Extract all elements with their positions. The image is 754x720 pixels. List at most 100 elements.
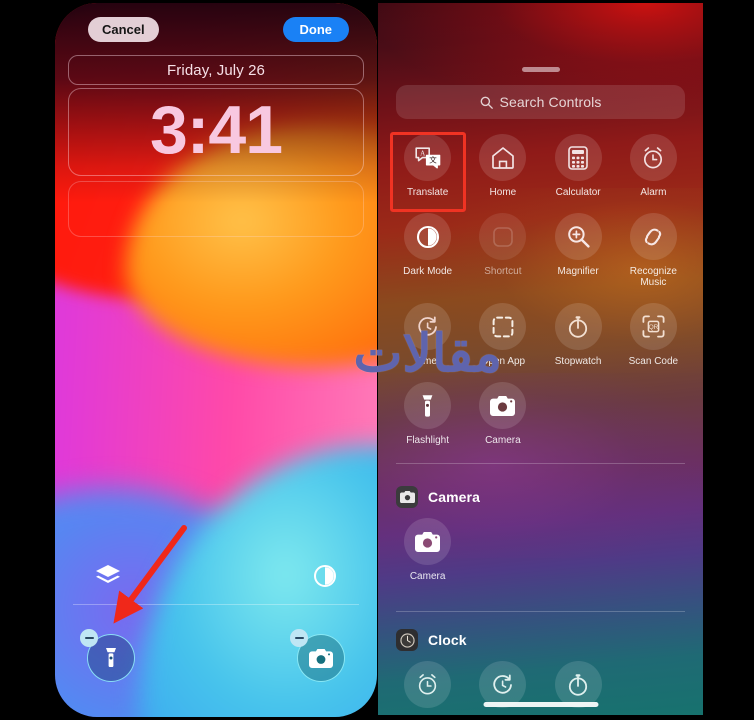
control-label: Scan Code — [628, 356, 679, 367]
left-phone-lockscreen-editor: Cancel Done Friday, July 26 3:41 — [55, 3, 377, 717]
drag-handle[interactable] — [521, 67, 560, 72]
control-tile-calculator[interactable]: Calculator — [541, 134, 616, 198]
alarm-icon — [418, 674, 437, 695]
shortcut-icon — [493, 226, 513, 247]
lockscreen-time: 3:41 — [149, 92, 283, 168]
magnifier-icon — [567, 226, 590, 248]
lockscreen-editor-topbar: Cancel Done — [55, 17, 377, 43]
clock-app-icon — [396, 629, 418, 651]
clock-widget-slot[interactable]: 3:41 — [68, 88, 364, 176]
date-widget-slot[interactable]: Friday, July 26 — [68, 55, 364, 85]
control-label: Translate — [406, 187, 449, 198]
translate-icon: A 文 — [415, 146, 440, 168]
control-label: Camera — [409, 571, 446, 582]
dark-mode-icon — [416, 225, 439, 248]
lockscreen-camera-button[interactable] — [290, 629, 345, 682]
svg-text:QR: QR — [649, 324, 659, 331]
control-label: Camera — [485, 435, 521, 446]
control-circle — [479, 303, 527, 350]
done-button[interactable]: Done — [282, 17, 349, 42]
tint-icon[interactable] — [313, 564, 337, 588]
wallpaper-band-blue — [55, 488, 307, 717]
svg-text:文: 文 — [429, 154, 437, 164]
control-tile-dark-mode[interactable]: Dark Mode — [390, 213, 465, 288]
remove-badge-camera[interactable] — [290, 629, 308, 647]
svg-text:A: A — [420, 149, 425, 157]
control-tile-flashlight[interactable]: Flashlight — [390, 382, 465, 446]
control-label: Shortcut — [484, 266, 522, 277]
control-circle — [479, 661, 527, 708]
open-app-icon — [492, 316, 514, 337]
control-center-editor-panel: Search Controls A 文 Translate Home Calcu… — [378, 3, 703, 715]
section-header-camera: Camera — [396, 486, 480, 508]
search-controls-input[interactable]: Search Controls — [396, 85, 685, 119]
control-label: Dark Mode — [403, 266, 453, 277]
search-placeholder-text: Search Controls — [499, 94, 602, 110]
timer-icon — [493, 674, 513, 694]
home-indicator[interactable] — [483, 702, 598, 707]
search-icon — [480, 96, 493, 109]
shazam-icon — [645, 228, 662, 245]
control-label: Magnifier — [557, 266, 599, 277]
control-tile-magnifier[interactable]: Magnifier — [541, 213, 616, 288]
control-label: Flashlight — [406, 435, 450, 446]
control-label: Home — [489, 187, 517, 198]
control-tile-translate[interactable]: A 文 Translate — [390, 134, 465, 198]
screenshot-root: Cancel Done Friday, July 26 3:41 Search … — [0, 0, 754, 720]
control-circle — [629, 213, 677, 260]
control-label: Alarm — [640, 187, 667, 198]
control-tile-stopwatch[interactable]: Stopwatch — [541, 303, 616, 367]
control-tile-recognize-music[interactable]: Recognize Music — [616, 213, 691, 288]
clock-glyph-icon — [399, 632, 415, 648]
control-tile-clock-alarm[interactable] — [390, 661, 465, 714]
control-tile-scan-code[interactable]: QR Scan Code — [616, 303, 691, 367]
stopwatch-icon — [569, 673, 588, 696]
stopwatch-icon — [569, 315, 588, 338]
camera-icon — [490, 395, 516, 416]
control-circle — [554, 134, 602, 181]
calculator-icon — [568, 145, 588, 170]
control-circle — [479, 382, 527, 429]
flashlight-icon — [106, 648, 116, 667]
control-label: Calculator — [555, 187, 601, 198]
scan-code-icon: QR — [642, 315, 665, 338]
flashlight-icon — [422, 394, 433, 417]
control-circle: A 文 — [404, 134, 452, 181]
control-circle — [404, 661, 452, 708]
controls-grid: A 文 Translate Home Calculator Alarm Dark… — [390, 134, 691, 446]
control-label: Recognize Music — [629, 266, 677, 288]
control-tile-open-app[interactable]: Open App — [465, 303, 540, 367]
control-circle — [404, 213, 452, 260]
section-title: Clock — [428, 632, 467, 648]
control-label: Stopwatch — [554, 356, 602, 367]
lockscreen-flashlight-button[interactable] — [80, 629, 135, 682]
control-tile-alarm[interactable]: Alarm — [616, 134, 691, 198]
control-tile-home[interactable]: Home — [465, 134, 540, 198]
control-circle — [404, 303, 452, 350]
control-tile-shortcut[interactable]: Shortcut — [465, 213, 540, 288]
control-circle — [554, 303, 602, 350]
control-circle — [479, 134, 527, 181]
control-circle — [554, 661, 602, 708]
section-title: Camera — [428, 489, 480, 505]
lockscreen-date: Friday, July 26 — [167, 61, 265, 79]
camera-app-icon — [396, 486, 418, 508]
camera-glyph-icon — [399, 491, 415, 503]
home-icon — [492, 147, 514, 169]
camera-icon — [309, 648, 333, 668]
remove-badge-flashlight[interactable] — [80, 629, 98, 647]
control-tile-timer[interactable]: Timer — [390, 303, 465, 367]
control-tile-camera[interactable]: Camera — [465, 382, 540, 446]
control-circle — [479, 213, 527, 260]
lockscreen-divider — [73, 604, 359, 605]
section-header-clock: Clock — [396, 629, 467, 651]
widgets-widget-slot[interactable] — [68, 181, 364, 237]
layers-icon[interactable] — [95, 564, 121, 586]
camera-section-grid: Camera — [390, 518, 691, 582]
control-label: Timer — [415, 356, 441, 367]
control-label: Open App — [480, 356, 526, 367]
control-circle — [404, 518, 452, 565]
camera-icon — [415, 531, 441, 552]
control-tile-camera-section[interactable]: Camera — [390, 518, 465, 582]
cancel-button[interactable]: Cancel — [88, 17, 159, 42]
